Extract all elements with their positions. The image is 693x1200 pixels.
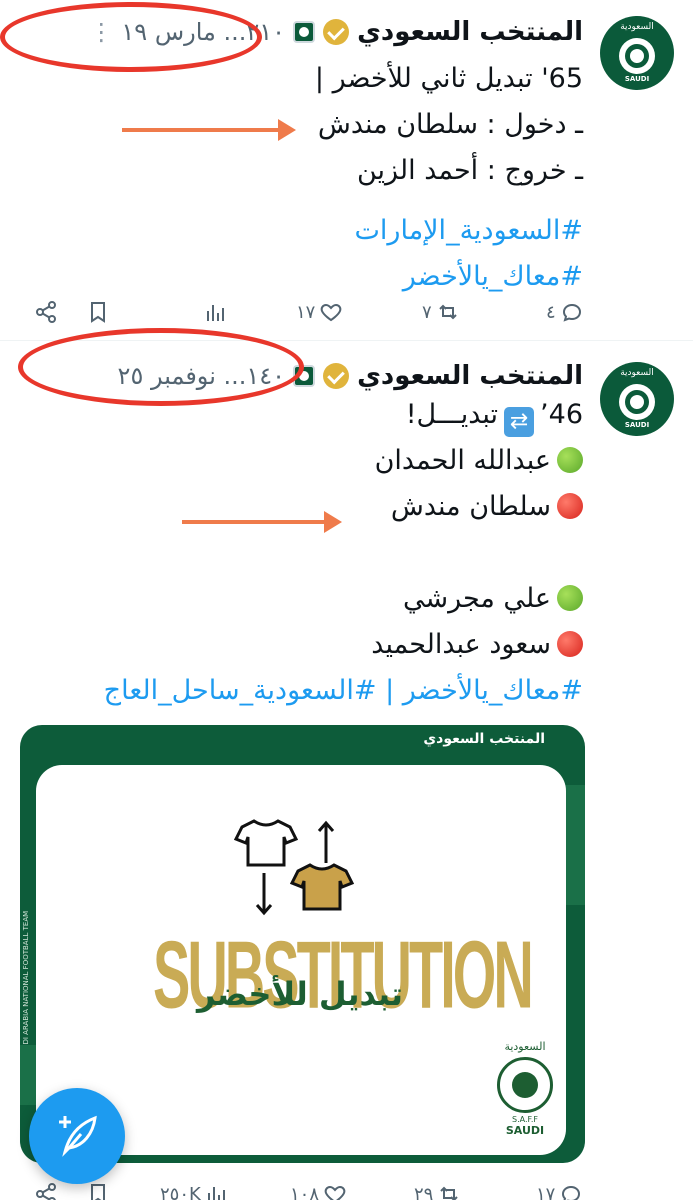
sponsor-logo: adidas — [365, 1135, 406, 1148]
tweet-line: سعود عبدالحميد — [23, 622, 583, 668]
views-count: ٢٥٠K — [160, 1183, 201, 1200]
likes-count: ١٠٨ — [290, 1183, 320, 1200]
retweet-icon — [440, 1186, 459, 1200]
sponsor-logo: SNB — [320, 1135, 346, 1148]
media-team-title: المنتخب السعودي — [423, 731, 545, 747]
player-out: سلطان مندش — [390, 491, 551, 522]
annotation-arrow — [182, 511, 342, 533]
tweet-text: 46’⇄تبديـــل! عبدالله الحمدان سلطان مندش… — [23, 392, 583, 714]
retweets-count: ٢٩ — [414, 1183, 434, 1200]
tweet-2[interactable]: السعودية SAUDI المنتخب السعودي ١٤٠... نو… — [0, 0, 693, 1200]
compose-feather-icon — [59, 1115, 97, 1157]
arrow-up-icon — [317, 820, 335, 863]
minute-text: 46’ — [540, 399, 583, 430]
avatar-text: السعودية — [620, 368, 654, 378]
crest-icon — [619, 384, 655, 420]
hashtag-links[interactable]: #معاك_يالأخضر | #السعودية_ساحل_العاج — [23, 668, 583, 714]
player-out: سعود عبدالحميد — [371, 629, 551, 660]
tweet-line: علي مجرشي — [23, 576, 583, 622]
replies-count: ١٧ — [536, 1183, 556, 1200]
reply-icon — [562, 1185, 581, 1200]
tweet-line: 46’⇄تبديـــل! — [23, 392, 583, 438]
decor-block — [565, 785, 585, 905]
saff-crest-icon — [497, 1057, 553, 1113]
player-in: عبدالله الحمدان — [374, 445, 551, 476]
brand-crest-text: S.A.F.F — [512, 1115, 538, 1124]
reply-button[interactable]: ١٧ — [536, 1174, 583, 1200]
brand-english: SAUDI — [505, 1124, 545, 1137]
views-icon — [207, 1187, 225, 1200]
player-in: علي مجرشي — [402, 583, 551, 614]
bookmark-icon — [91, 1184, 105, 1200]
share-icon — [36, 1183, 56, 1200]
compose-tweet-button[interactable] — [29, 1088, 125, 1184]
avatar-label: SAUDI — [624, 421, 650, 429]
heart-icon — [324, 1185, 346, 1200]
green-circle-icon — [557, 447, 583, 473]
author-name[interactable]: المنتخب السعودي — [357, 361, 583, 391]
red-circle-icon — [557, 631, 583, 657]
headline-text: تبديـــل! — [405, 399, 499, 430]
retweet-button[interactable]: ٢٩ — [414, 1174, 461, 1200]
sponsor-logo: Budget — [250, 1135, 295, 1148]
substitution-arabic-title: تبديل للأخضر — [196, 975, 404, 1013]
like-button[interactable]: ١٠٨ — [290, 1174, 347, 1200]
green-circle-icon — [557, 585, 583, 611]
brand-arabic: السعودية — [504, 1040, 546, 1053]
tweet-actions: ٢٥٠K ١٠٨ ٢٩ ١٧ — [0, 1174, 693, 1200]
saudi-brand-logo: السعودية S.A.F.F SAUDI — [490, 1040, 560, 1137]
swap-arrows-icon: ⇄ — [504, 407, 535, 437]
tweet-line: عبدالله الحمدان — [23, 438, 583, 484]
white-shirt-icon — [234, 819, 298, 867]
verified-badge-icon — [323, 363, 350, 389]
author-avatar[interactable]: السعودية SAUDI — [600, 362, 674, 436]
views-button[interactable]: ٢٥٠K — [160, 1174, 229, 1200]
red-circle-icon — [557, 493, 583, 519]
